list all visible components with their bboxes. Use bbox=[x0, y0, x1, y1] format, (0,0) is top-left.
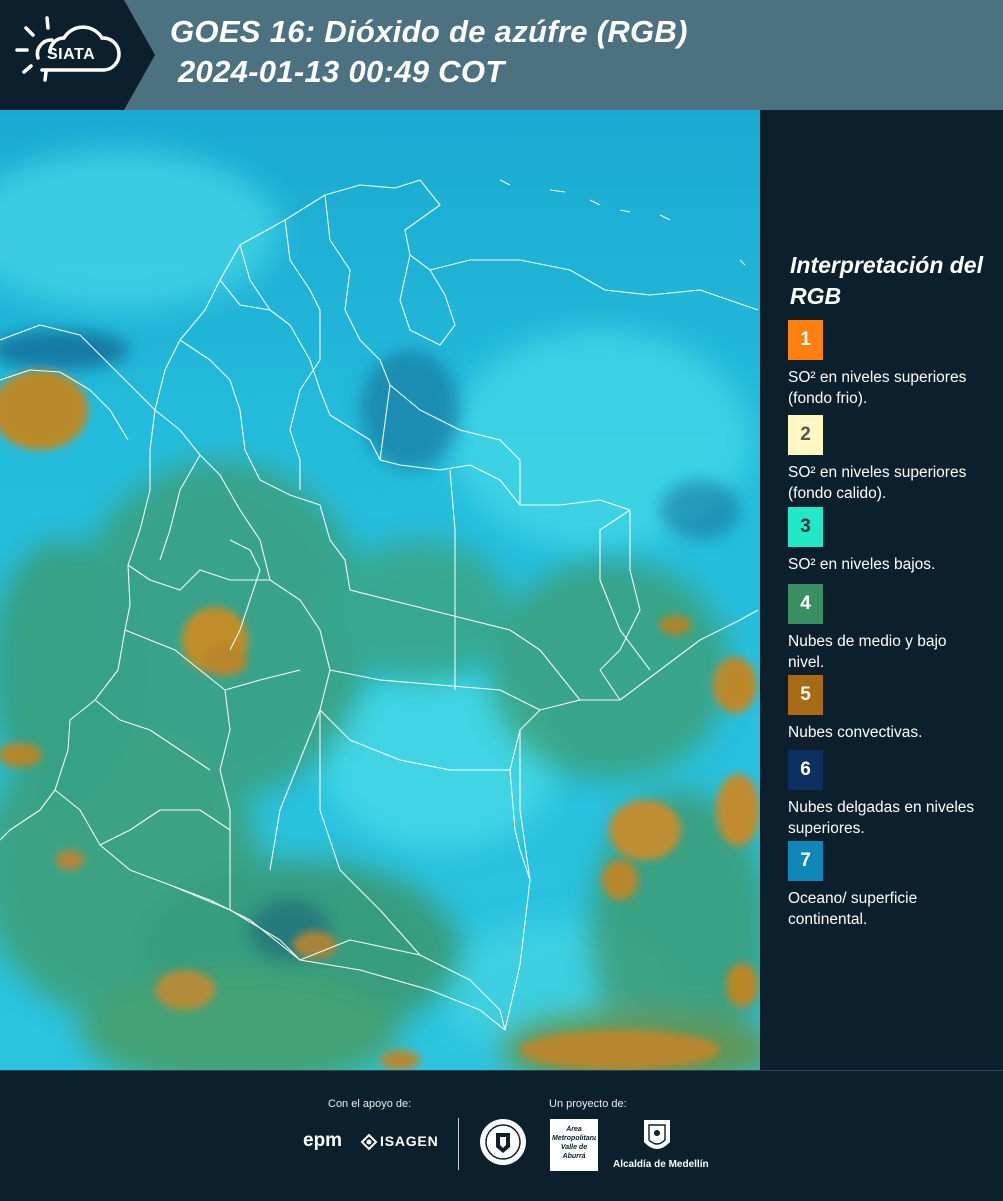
legend-title: Interpretación del RGB bbox=[790, 252, 983, 309]
legend-label-4: Nubes de medio y bajo nivel. bbox=[788, 633, 947, 671]
legend-label-6: Nubes delgadas en niveles superiores. bbox=[788, 799, 975, 837]
legend-item-2: 2 SO² en niveles superiores (fondo calid… bbox=[788, 415, 988, 504]
legend-label-1: SO² en niveles superiores (fondo frio). bbox=[788, 369, 967, 407]
isagen-logo-text: ISAGEN bbox=[380, 1133, 439, 1149]
siata-logo[interactable]: SIATA bbox=[0, 0, 155, 110]
area-metropolitana-logo[interactable]: Área Metropolitana Valle de Aburrá bbox=[550, 1119, 598, 1171]
header-bar: SIATA GOES 16: Dióxido de azúfre (RGB) 2… bbox=[0, 0, 1003, 110]
medellin-seal-icon[interactable] bbox=[478, 1117, 528, 1167]
support-label: Con el apoyo de: bbox=[328, 1098, 412, 1110]
legend-item-1: 1 SO² en niveles superiores (fondo frio)… bbox=[788, 320, 988, 409]
legend-swatch-3: 3 bbox=[788, 507, 823, 547]
legend-swatch-4: 4 bbox=[788, 584, 823, 624]
epm-logo[interactable]: epm bbox=[303, 1130, 342, 1152]
isagen-mark-icon bbox=[360, 1133, 378, 1151]
alcaldia-shield-icon[interactable] bbox=[642, 1118, 672, 1156]
satellite-map[interactable] bbox=[0, 110, 760, 1070]
legend-label-3: SO² en niveles bajos. bbox=[788, 556, 936, 573]
alcaldia-text: Alcaldía de Medellín bbox=[613, 1159, 709, 1170]
siata-logo-text: SIATA bbox=[47, 46, 96, 63]
legend-item-6: 6 Nubes delgadas en niveles superiores. bbox=[788, 750, 988, 839]
satellite-image bbox=[0, 110, 760, 1070]
legend-panel: Interpretación del RGB 1 SO² en niveles … bbox=[760, 110, 1003, 1070]
footer-bar: Con el apoyo de: Un proyecto de: epm ISA… bbox=[0, 1070, 1003, 1201]
project-label: Un proyecto de: bbox=[549, 1098, 627, 1110]
legend-label-2: SO² en niveles superiores (fondo calido)… bbox=[788, 464, 967, 502]
area-metropolitana-text: Área Metropolitana Valle de Aburrá bbox=[552, 1126, 596, 1160]
legend-item-4: 4 Nubes de medio y bajo nivel. bbox=[788, 584, 988, 673]
legend-swatch-1: 1 bbox=[788, 320, 823, 360]
legend-label-5: Nubes convectivas. bbox=[788, 724, 923, 741]
page-title: GOES 16: Dióxido de azúfre (RGB) bbox=[170, 14, 688, 49]
legend-swatch-7: 7 bbox=[788, 841, 823, 881]
legend-label-7: Oceano/ superficie continental. bbox=[788, 890, 918, 928]
legend-swatch-2: 2 bbox=[788, 415, 823, 455]
legend-item-3: 3 SO² en niveles bajos. bbox=[788, 507, 988, 575]
legend-swatch-6: 6 bbox=[788, 750, 823, 790]
legend-item-5: 5 Nubes convectivas. bbox=[788, 675, 988, 743]
page-timestamp: 2024-01-13 00:49 COT bbox=[178, 54, 505, 89]
legend-swatch-5: 5 bbox=[788, 675, 823, 715]
legend-item-7: 7 Oceano/ superficie continental. bbox=[788, 841, 988, 930]
footer-divider bbox=[458, 1118, 459, 1170]
